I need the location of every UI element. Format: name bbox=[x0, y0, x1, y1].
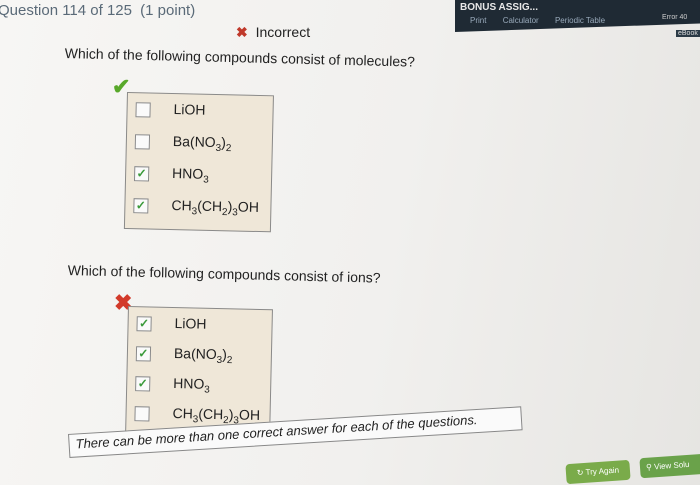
option-label: LiOH bbox=[173, 101, 206, 118]
option-label: Ba(NO3)2 bbox=[173, 345, 233, 367]
question-counter: Question 114 of 125 bbox=[0, 2, 132, 19]
checkbox[interactable]: ✓ bbox=[135, 346, 152, 362]
option-ba-no3-2[interactable]: ✓ Ba(NO3)2 bbox=[135, 343, 233, 367]
checkbox[interactable]: ✓ bbox=[135, 376, 151, 392]
question-prompt: Which of the following compounds consist… bbox=[67, 262, 381, 286]
status-indicator: ✖ Incorrect bbox=[236, 24, 310, 41]
print-link[interactable]: Print bbox=[470, 16, 486, 25]
try-again-button[interactable]: ↻ Try Again bbox=[565, 459, 631, 485]
option-label: CH3(CH2)3OH bbox=[171, 197, 260, 219]
try-again-label: Try Again bbox=[585, 465, 620, 477]
status-text: Incorrect bbox=[255, 24, 311, 40]
option-hno3[interactable]: ✓ HNO3 bbox=[135, 373, 210, 397]
view-solution-label: View Solu bbox=[653, 459, 690, 472]
question-prompt: Which of the following compounds consist… bbox=[64, 45, 416, 70]
answer-box: ✓ LiOH ✓ Ba(NO3)2 ✓ HNO3 CH3(CH2)3OH bbox=[125, 306, 273, 442]
question-points: (1 point) bbox=[140, 2, 196, 19]
ebook-link[interactable]: eBook bbox=[676, 30, 700, 37]
checkbox[interactable]: ✓ bbox=[136, 316, 152, 332]
option-lioh[interactable]: ✓ LiOH bbox=[136, 313, 207, 337]
incorrect-x-icon: ✖ bbox=[236, 24, 248, 40]
checkbox[interactable] bbox=[135, 102, 151, 118]
answer-box: LiOH Ba(NO3)2 ✓ HNO3 ✓ CH3(CH2)3OH bbox=[123, 92, 274, 233]
option-ba-no3-2[interactable]: Ba(NO3)2 bbox=[134, 131, 231, 155]
option-label: LiOH bbox=[174, 315, 207, 332]
option-label: HNO3 bbox=[173, 375, 210, 396]
option-butanol[interactable]: CH3(CH2)3OH bbox=[134, 403, 260, 427]
calculator-link[interactable]: Calculator bbox=[503, 16, 539, 25]
option-hno3[interactable]: ✓ HNO3 bbox=[133, 163, 209, 187]
page: Question 114 of 125 (1 point) ✖ Incorrec… bbox=[0, 0, 700, 485]
option-lioh[interactable]: LiOH bbox=[135, 99, 206, 123]
checkbox[interactable] bbox=[134, 406, 150, 422]
assignment-title[interactable]: BONUS ASSIG... bbox=[460, 2, 538, 13]
error-badge: Error 40 bbox=[662, 14, 688, 21]
option-butanol[interactable]: ✓ CH3(CH2)3OH bbox=[133, 195, 259, 219]
option-label: Ba(NO3)2 bbox=[172, 133, 232, 155]
periodic-table-link[interactable]: Periodic Table bbox=[555, 16, 605, 25]
checkbox[interactable]: ✓ bbox=[133, 198, 149, 214]
view-solution-button[interactable]: ⚲ View Solu bbox=[639, 453, 700, 479]
checkbox[interactable]: ✓ bbox=[133, 166, 150, 182]
checkbox[interactable] bbox=[134, 134, 151, 150]
question-header: Question 114 of 125 (1 point) bbox=[0, 2, 199, 19]
tool-links: Print Calculator Periodic Table bbox=[470, 16, 619, 25]
option-label: HNO3 bbox=[171, 165, 209, 186]
